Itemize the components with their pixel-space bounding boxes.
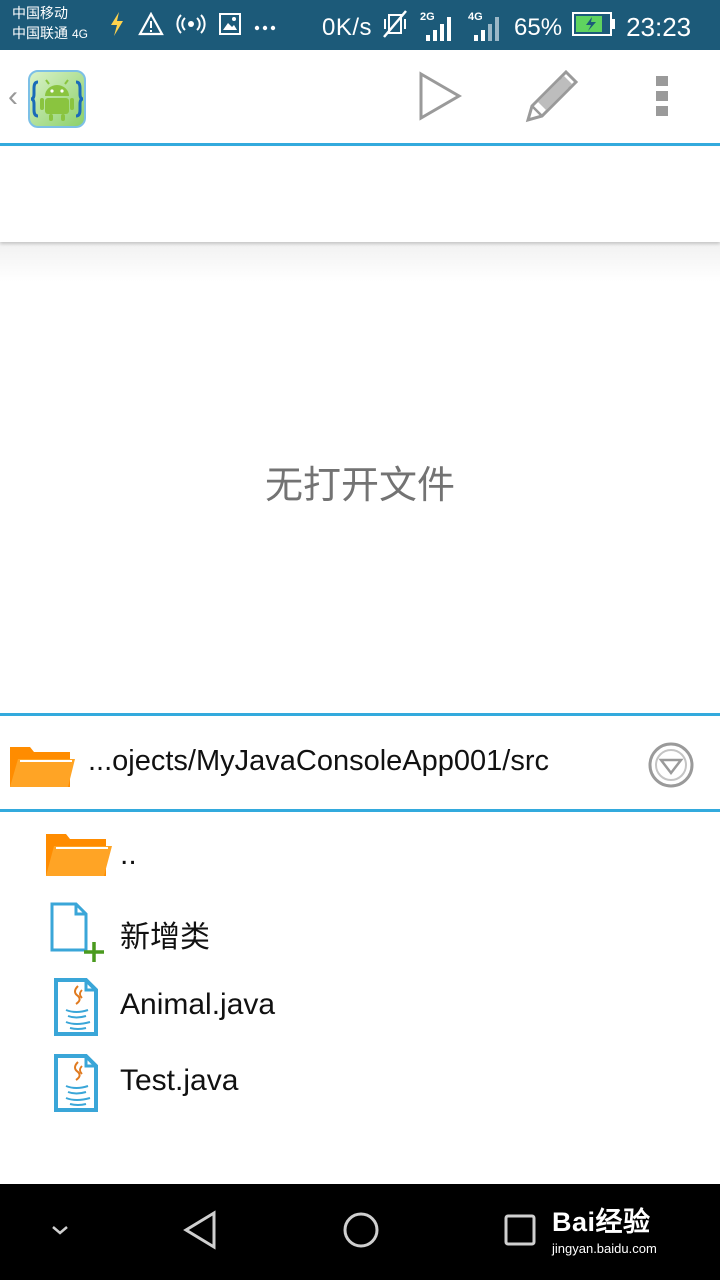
hide-nav-icon bbox=[49, 1223, 71, 1242]
java-file-icon bbox=[46, 1054, 112, 1112]
recents-button[interactable] bbox=[498, 1210, 542, 1254]
app-toolbar: ‹ bbox=[0, 50, 720, 144]
edit-pencil-icon bbox=[524, 68, 580, 129]
file-tab-strip bbox=[0, 147, 720, 242]
browser-path-divider bbox=[0, 809, 720, 812]
recents-icon bbox=[503, 1213, 537, 1252]
run-button[interactable] bbox=[410, 68, 470, 128]
current-path[interactable]: ...ojects/MyJavaConsoleApp001/src bbox=[88, 745, 549, 778]
chevron-down-icon bbox=[648, 742, 694, 792]
overflow-menu-button[interactable] bbox=[632, 68, 692, 128]
battery-icon bbox=[572, 12, 616, 43]
toolbar-divider bbox=[0, 143, 720, 146]
charging-bolt-icon bbox=[108, 11, 126, 42]
battery-percent: 65% bbox=[514, 13, 563, 41]
list-item-parent-folder[interactable]: .. bbox=[0, 818, 720, 892]
app-logo[interactable] bbox=[28, 70, 86, 128]
back-chevron-icon[interactable]: ‹ bbox=[8, 80, 18, 114]
carrier-2: 中国联通 bbox=[12, 25, 68, 41]
list-item-file[interactable]: Animal.java bbox=[0, 968, 720, 1042]
overflow-menu-icon bbox=[655, 74, 669, 123]
signal-icon: 4G bbox=[466, 10, 504, 43]
home-button[interactable] bbox=[339, 1210, 383, 1254]
system-nav-bar: Bai经验 jingyan.baidu.com bbox=[0, 1184, 720, 1280]
browser-top-divider bbox=[0, 713, 720, 716]
path-bar: ...ojects/MyJavaConsoleApp001/src bbox=[0, 717, 720, 809]
clock: 23:23 bbox=[626, 12, 692, 42]
hotspot-icon bbox=[176, 13, 206, 40]
hide-nav-button[interactable] bbox=[38, 1210, 82, 1254]
list-item-new-class[interactable]: 新增类 bbox=[0, 892, 720, 966]
java-file-icon bbox=[46, 978, 112, 1036]
carrier-1: 中国移动 bbox=[12, 5, 68, 21]
list-item-label: Test.java bbox=[120, 1064, 239, 1097]
carrier-info: 中国移动 中国联通 4G bbox=[12, 3, 88, 44]
new-file-icon bbox=[46, 902, 112, 962]
back-icon bbox=[182, 1209, 218, 1255]
net-speed: 0K/s bbox=[322, 13, 373, 41]
watermark-url: jingyan.baidu.com bbox=[552, 1241, 657, 1256]
folder-icon bbox=[8, 743, 76, 794]
home-icon bbox=[341, 1210, 381, 1255]
path-dropdown-button[interactable] bbox=[648, 742, 694, 788]
sim2-network-tag: 4G bbox=[468, 10, 483, 23]
more-dots-icon bbox=[254, 18, 276, 36]
list-item-label: Animal.java bbox=[120, 988, 276, 1021]
sim1-network-tag: 2G bbox=[420, 10, 435, 23]
list-item-file[interactable]: Test.java bbox=[0, 1044, 720, 1118]
no-file-message: 无打开文件 bbox=[264, 465, 455, 507]
status-bar: 中国移动 中国联通 4G 0K/s 2G 4G 65% 23:23 bbox=[0, 0, 720, 50]
list-item-label: .. bbox=[120, 838, 137, 871]
back-button[interactable] bbox=[178, 1209, 222, 1255]
play-icon bbox=[417, 70, 463, 126]
editor-area: 无打开文件 bbox=[0, 242, 720, 714]
carrier-2-network: 4G bbox=[72, 27, 89, 41]
edit-button[interactable] bbox=[522, 68, 582, 128]
folder-icon bbox=[46, 828, 112, 886]
watermark-main: Bai经验 bbox=[552, 1207, 651, 1237]
signal-icon: 2G bbox=[418, 10, 456, 43]
list-item-label: 新增类 bbox=[120, 921, 210, 954]
image-icon bbox=[218, 12, 242, 41]
baidu-jingyan-watermark: Bai经验 jingyan.baidu.com bbox=[552, 1200, 657, 1256]
warning-icon bbox=[138, 11, 164, 41]
vibrate-off-icon bbox=[382, 9, 408, 46]
